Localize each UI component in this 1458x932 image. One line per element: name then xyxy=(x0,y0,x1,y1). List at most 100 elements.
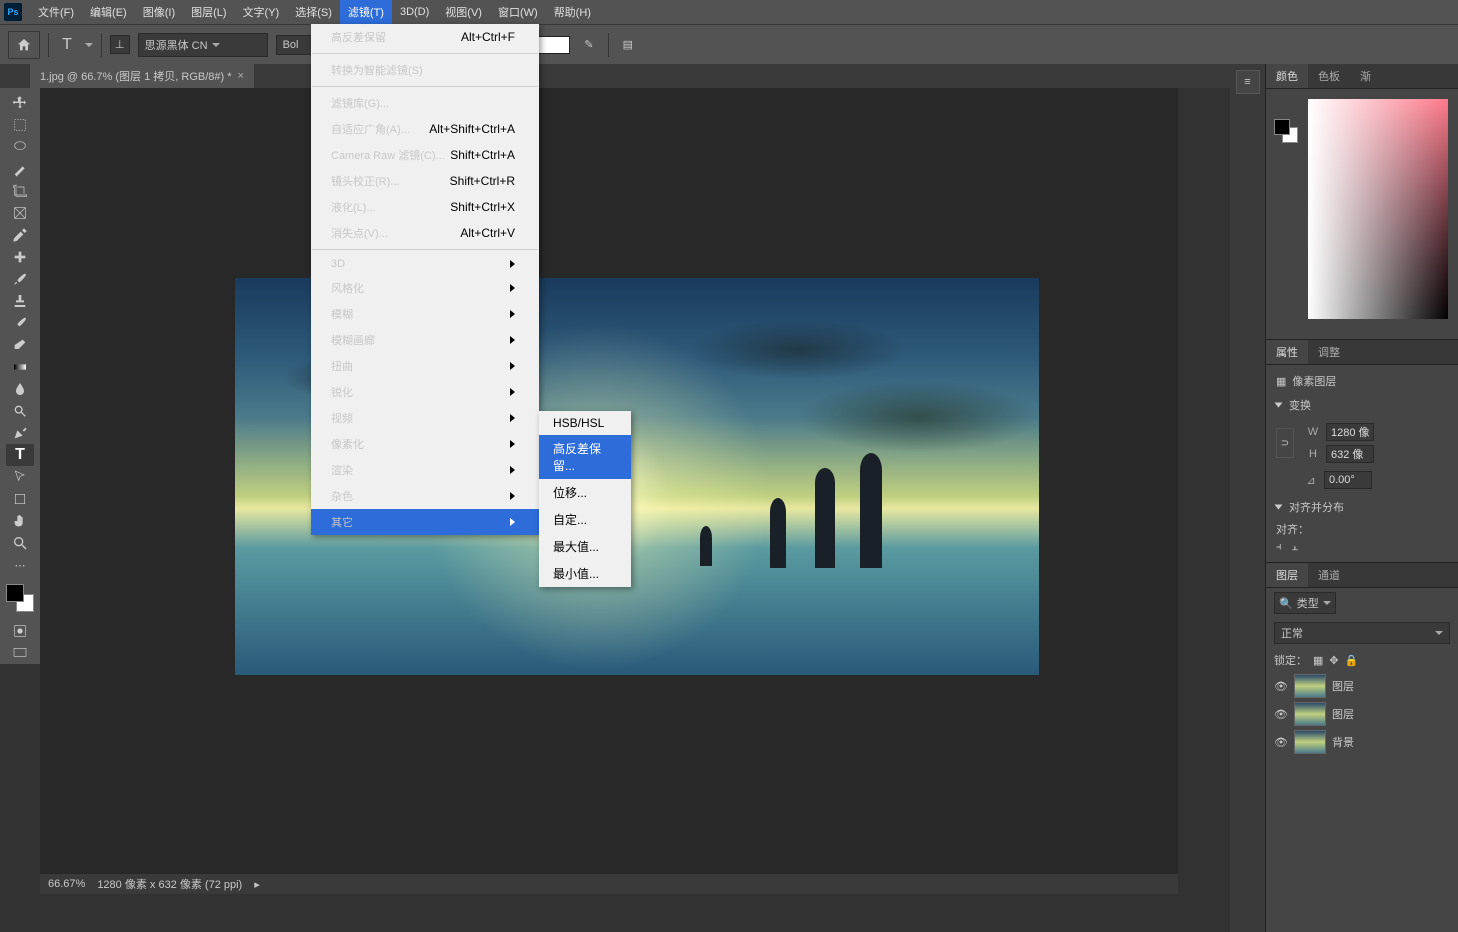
fg-swatch[interactable] xyxy=(1274,119,1290,135)
layer-row[interactable]: 👁 背景 xyxy=(1266,728,1458,756)
menu-item[interactable]: 风格化 xyxy=(311,275,539,301)
layer-thumbnail[interactable] xyxy=(1294,730,1326,754)
lock-all-icon[interactable]: 🔒 xyxy=(1345,654,1359,667)
submenu-item[interactable]: 最小值... xyxy=(539,560,631,587)
layer-filter-select[interactable]: 🔍 类型 xyxy=(1274,592,1336,614)
tab-swatches[interactable]: 色板 xyxy=(1308,64,1350,88)
home-button[interactable] xyxy=(8,31,40,59)
pen-tool[interactable] xyxy=(6,422,34,444)
blur-tool[interactable] xyxy=(6,378,34,400)
chevron-right-icon[interactable]: ▸ xyxy=(254,878,260,891)
menu-edit[interactable]: 编辑(E) xyxy=(82,0,135,24)
lasso-tool[interactable] xyxy=(6,136,34,158)
brush-tool[interactable] xyxy=(6,268,34,290)
menu-item[interactable]: 像素化 xyxy=(311,431,539,457)
menu-item[interactable]: 镜头校正(R)...Shift+Ctrl+R xyxy=(311,168,539,194)
visibility-icon[interactable]: 👁 xyxy=(1274,736,1288,749)
close-icon[interactable]: × xyxy=(238,70,244,82)
blend-mode-select[interactable]: 正常 xyxy=(1274,622,1450,644)
angle-input[interactable] xyxy=(1324,471,1372,489)
tab-color[interactable]: 颜色 xyxy=(1266,64,1308,88)
stamp-tool[interactable] xyxy=(6,290,34,312)
link-wh-button[interactable]: ⊃ xyxy=(1276,428,1294,458)
eyedropper-tool[interactable] xyxy=(6,224,34,246)
font-family-select[interactable]: 思源黑体 CN xyxy=(138,33,268,57)
menu-item[interactable]: 消失点(V)...Alt+Ctrl+V xyxy=(311,220,539,246)
type-tool[interactable]: T xyxy=(6,444,34,466)
layer-name[interactable]: 图层 xyxy=(1332,678,1354,694)
tab-adjustments[interactable]: 调整 xyxy=(1308,340,1350,364)
document-tab[interactable]: 1.jpg @ 66.7% (图层 1 拷贝, RGB/8#) * × xyxy=(30,64,254,88)
menu-item[interactable]: 渲染 xyxy=(311,457,539,483)
color-picker[interactable] xyxy=(6,584,34,612)
submenu-item[interactable]: 高反差保留... xyxy=(539,435,631,479)
menu-item[interactable]: 模糊 xyxy=(311,301,539,327)
edit-toolbar[interactable]: ⋯ xyxy=(6,554,34,576)
path-select-tool[interactable] xyxy=(6,466,34,488)
foreground-color[interactable] xyxy=(6,584,24,602)
marquee-tool[interactable] xyxy=(6,114,34,136)
menu-layer[interactable]: 图层(L) xyxy=(183,0,234,24)
menu-item[interactable]: 转换为智能滤镜(S) xyxy=(311,57,539,83)
document-info[interactable]: 1280 像素 x 632 像素 (72 ppi) xyxy=(97,876,242,892)
menu-item[interactable]: 模糊画廊 xyxy=(311,327,539,353)
menu-filter[interactable]: 滤镜(T) xyxy=(340,0,392,24)
lock-pixels-icon[interactable]: ▦ xyxy=(1313,654,1323,667)
color-swatches[interactable] xyxy=(1274,119,1298,143)
zoom-level[interactable]: 66.67% xyxy=(48,878,85,890)
quickmask-toggle[interactable] xyxy=(6,620,34,642)
dodge-tool[interactable] xyxy=(6,400,34,422)
menu-item[interactable]: 扭曲 xyxy=(311,353,539,379)
menu-view[interactable]: 视图(V) xyxy=(437,0,490,24)
tab-channels[interactable]: 通道 xyxy=(1308,563,1350,587)
screenmode-button[interactable] xyxy=(6,642,34,664)
orientation-toggle[interactable]: ⊥ xyxy=(110,35,130,54)
align-center-icon[interactable]: ⫠ xyxy=(1292,541,1299,554)
menu-select[interactable]: 选择(S) xyxy=(287,0,340,24)
menu-item[interactable]: 其它 xyxy=(311,509,539,535)
text-color-swatch[interactable] xyxy=(538,36,570,54)
tab-gradients[interactable]: 渐 xyxy=(1350,64,1381,88)
healing-tool[interactable] xyxy=(6,246,34,268)
menu-item[interactable]: 3D xyxy=(311,253,539,275)
layer-name[interactable]: 背景 xyxy=(1332,734,1354,750)
visibility-icon[interactable]: 👁 xyxy=(1274,680,1288,693)
history-brush-tool[interactable] xyxy=(6,312,34,334)
align-left-icon[interactable]: ⫞ xyxy=(1276,541,1282,554)
menu-file[interactable]: 文件(F) xyxy=(30,0,82,24)
menu-item[interactable]: 高反差保留Alt+Ctrl+F xyxy=(311,24,539,50)
menu-item[interactable]: 锐化 xyxy=(311,379,539,405)
menu-item[interactable]: 液化(L)...Shift+Ctrl+X xyxy=(311,194,539,220)
width-input[interactable] xyxy=(1326,423,1374,441)
lock-position-icon[interactable]: ✥ xyxy=(1329,654,1338,667)
frame-tool[interactable] xyxy=(6,202,34,224)
menu-item[interactable]: 视频 xyxy=(311,405,539,431)
height-input[interactable] xyxy=(1326,445,1374,463)
layer-thumbnail[interactable] xyxy=(1294,702,1326,726)
wand-tool[interactable] xyxy=(6,158,34,180)
layer-row[interactable]: 👁 图层 xyxy=(1266,700,1458,728)
align-section[interactable]: 对齐并分布 xyxy=(1276,499,1448,515)
menu-item[interactable]: Camera Raw 滤镜(C)...Shift+Ctrl+A xyxy=(311,142,539,168)
tab-layers[interactable]: 图层 xyxy=(1266,563,1308,587)
hand-tool[interactable] xyxy=(6,510,34,532)
zoom-tool[interactable] xyxy=(6,532,34,554)
layer-row[interactable]: 👁 图层 xyxy=(1266,672,1458,700)
menu-item[interactable]: 滤镜库(G)... xyxy=(311,90,539,116)
menu-item[interactable]: 杂色 xyxy=(311,483,539,509)
transform-section[interactable]: 变换 xyxy=(1276,397,1448,413)
submenu-item[interactable]: 自定... xyxy=(539,506,631,533)
menu-3d[interactable]: 3D(D) xyxy=(392,2,437,22)
eraser-tool[interactable] xyxy=(6,334,34,356)
character-panel-button[interactable]: ▤ xyxy=(617,34,639,56)
color-field[interactable] xyxy=(1308,99,1448,319)
visibility-icon[interactable]: 👁 xyxy=(1274,708,1288,721)
layer-name[interactable]: 图层 xyxy=(1332,706,1354,722)
panel-icon[interactable]: ≡ xyxy=(1236,70,1260,94)
layer-thumbnail[interactable] xyxy=(1294,674,1326,698)
menu-help[interactable]: 帮助(H) xyxy=(546,0,599,24)
tab-properties[interactable]: 属性 xyxy=(1266,340,1308,364)
menu-item[interactable]: 自适应广角(A)...Alt+Shift+Ctrl+A xyxy=(311,116,539,142)
menu-image[interactable]: 图像(I) xyxy=(135,0,183,24)
gradient-tool[interactable] xyxy=(6,356,34,378)
